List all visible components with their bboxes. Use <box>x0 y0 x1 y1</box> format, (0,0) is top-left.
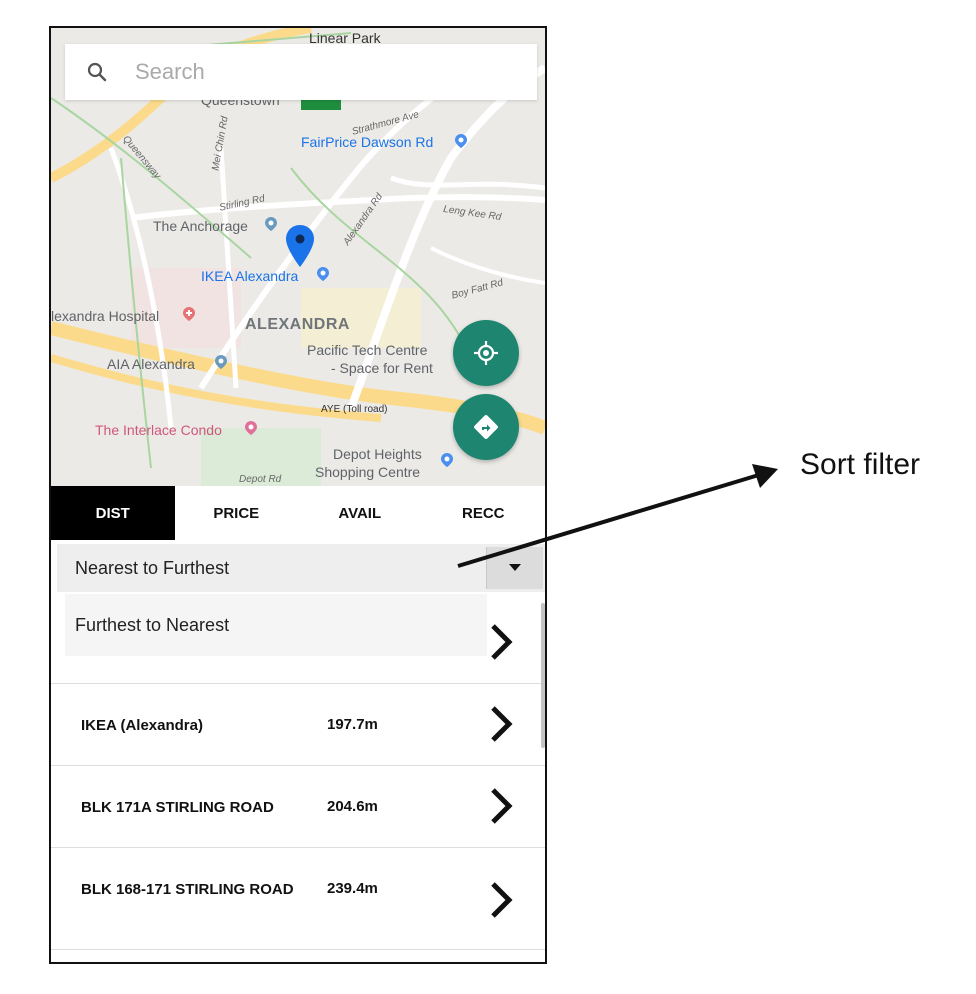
caret-down-icon <box>509 564 521 571</box>
sort-tabs: DIST PRICE AVAIL RECC <box>51 486 545 540</box>
hospital-pin-icon[interactable] <box>181 306 197 322</box>
dropdown-toggle-button[interactable] <box>486 547 543 589</box>
residence-pin-icon[interactable] <box>243 420 259 436</box>
map-label-aia: AIA Alexandra <box>107 356 195 372</box>
result-name: BLK 168-171 STIRLING ROAD <box>81 881 294 898</box>
crosshair-icon <box>474 341 498 365</box>
map-label-pacific-tech-2: - Space for Rent <box>331 360 433 376</box>
shopping-pin-icon[interactable] <box>439 452 455 468</box>
place-pin-icon[interactable] <box>213 354 229 370</box>
map-label-anchorage: The Anchorage <box>153 218 248 234</box>
search-input[interactable] <box>133 58 517 86</box>
map-label-pacific-tech-1: Pacific Tech Centre <box>307 342 428 358</box>
chevron-right-icon[interactable] <box>487 880 515 920</box>
shopping-pin-icon[interactable] <box>453 133 469 149</box>
search-bar[interactable] <box>65 44 537 100</box>
tab-recc[interactable]: RECC <box>422 486 546 540</box>
tab-avail[interactable]: AVAIL <box>298 486 422 540</box>
scrollbar[interactable] <box>541 603 545 748</box>
phone-screen: Linear Park Queenstown Strathmore Ave Fa… <box>49 26 547 964</box>
my-location-button[interactable] <box>453 320 519 386</box>
list-item[interactable]: BLK 168-171 STIRLING ROAD 239.4m <box>51 848 545 950</box>
map-label-alexandra: ALEXANDRA <box>245 316 350 333</box>
map-label-hospital: lexandra Hospital <box>51 308 160 324</box>
list-item[interactable]: BLK 171A STIRLING ROAD 204.6m <box>51 766 545 848</box>
result-distance: 197.7m <box>327 716 378 733</box>
sort-option-label: Furthest to Nearest <box>75 614 230 635</box>
map-label-depot-1: Depot Heights <box>333 446 422 462</box>
chevron-right-icon[interactable] <box>487 704 515 744</box>
map-label-ikea: IKEA Alexandra <box>201 268 299 284</box>
map-label-interlace: The Interlace Condo <box>95 422 222 438</box>
location-marker-icon[interactable] <box>285 224 315 268</box>
directions-icon <box>474 415 498 439</box>
map-label-depot-rd: Depot Rd <box>239 474 282 485</box>
chevron-right-icon[interactable] <box>487 622 515 662</box>
map-label-fairprice: FairPrice Dawson Rd <box>301 134 434 150</box>
list-item[interactable]: IKEA (Alexandra) 197.7m <box>51 684 545 766</box>
tab-price[interactable]: PRICE <box>175 486 299 540</box>
shopping-pin-icon[interactable] <box>315 266 331 282</box>
result-distance: 239.4m <box>327 880 378 897</box>
result-name: IKEA (Alexandra) <box>81 717 203 734</box>
directions-button[interactable] <box>453 394 519 460</box>
sort-dropdown[interactable]: Nearest to Furthest <box>57 544 545 592</box>
result-name: BLK 171A STIRLING ROAD <box>81 799 274 816</box>
sort-option-furthest[interactable]: Furthest to Nearest <box>65 594 487 656</box>
map-label-depot-2: Shopping Centre <box>315 464 421 480</box>
search-icon <box>87 62 107 82</box>
result-distance: 204.6m <box>327 798 378 815</box>
sort-selected-value: Nearest to Furthest <box>75 557 230 578</box>
map-view[interactable]: Linear Park Queenstown Strathmore Ave Fa… <box>51 28 545 486</box>
chevron-right-icon[interactable] <box>487 786 515 826</box>
map-label-aye: AYE (Toll road) <box>321 404 388 415</box>
annotation-label: Sort filter <box>800 448 921 481</box>
place-pin-icon[interactable] <box>263 216 279 232</box>
tab-dist[interactable]: DIST <box>51 486 175 540</box>
